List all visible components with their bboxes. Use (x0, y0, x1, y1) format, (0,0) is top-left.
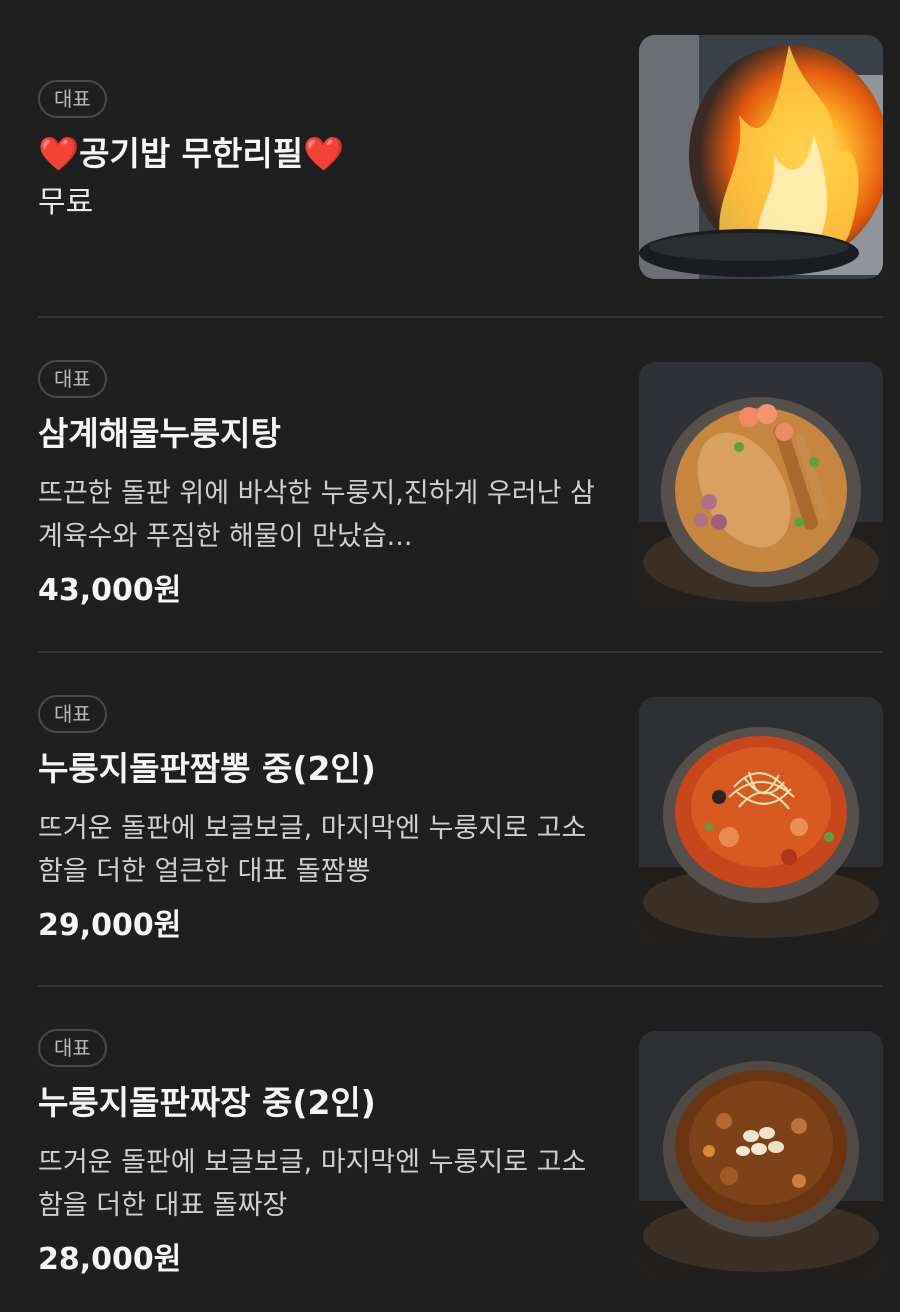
menu-item-info: 대표 ❤️공기밥 무한리필❤️ 무료 (38, 80, 618, 224)
signature-badge: 대표 (38, 360, 107, 398)
menu-item-price: 28,000원 (38, 1242, 182, 1277)
menu-item-description: 뜨거운 돌판에 보글보글, 마지막엔 누룽지로 고소함을 더한 대표 돌짜장 (38, 1147, 587, 1221)
menu-item-price: 무료 (38, 185, 94, 220)
divider (38, 985, 883, 987)
menu-item-jjamppong[interactable]: 대표 누룽지돌판짬뽕 중(2인) 뜨거운 돌판에 보글보글, 마지막엔 누룽지로… (38, 695, 883, 943)
jjajang-photo-icon (639, 1031, 883, 1275)
fire-wok-photo-icon (639, 35, 883, 279)
menu-item-seafood-nurungji[interactable]: 대표 삼계해물누룽지탕 뜨끈한 돌판 위에 바삭한 누룽지,진하게 우러난 삼계… (38, 360, 883, 608)
menu-item-name: 누룽지돌판짜장 중(2인) (38, 1083, 376, 1122)
divider (38, 316, 883, 318)
menu-item-info: 대표 삼계해물누룽지탕 뜨끈한 돌판 위에 바삭한 누룽지,진하게 우러난 삼계… (38, 360, 618, 612)
menu-item-description: 뜨거운 돌판에 보글보글, 마지막엔 누룽지로 고소함을 더한 얼큰한 대표 돌… (38, 813, 587, 887)
menu-item-image[interactable] (639, 362, 883, 606)
divider (38, 651, 883, 653)
menu-item-image[interactable] (639, 697, 883, 941)
menu-item-image[interactable] (639, 1031, 883, 1275)
menu-item-info: 대표 누룽지돌판짬뽕 중(2인) 뜨거운 돌판에 보글보글, 마지막엔 누룽지로… (38, 695, 618, 947)
menu-item-jjajang[interactable]: 대표 누룽지돌판짜장 중(2인) 뜨거운 돌판에 보글보글, 마지막엔 누룽지로… (38, 1029, 883, 1277)
menu-item-name-text: 공기밥 무한리필 (79, 134, 304, 173)
signature-badge: 대표 (38, 1029, 107, 1067)
signature-badge: 대표 (38, 80, 107, 118)
signature-badge: 대표 (38, 695, 107, 733)
heart-icon: ❤️ (38, 134, 80, 173)
menu-item-name: 삼계해물누룽지탕 (38, 414, 281, 453)
jjamppong-photo-icon (639, 697, 883, 941)
menu-item-price: 43,000원 (38, 573, 182, 608)
menu-list: 대표 ❤️공기밥 무한리필❤️ 무료 대표 삼계해물누룽지탕 뜨끈한 돌판 위에… (0, 0, 900, 1312)
menu-item-image[interactable] (639, 35, 883, 279)
menu-item-rice-refill[interactable]: 대표 ❤️공기밥 무한리필❤️ 무료 (38, 35, 883, 280)
seafood-stew-photo-icon (639, 362, 883, 606)
menu-item-price: 29,000원 (38, 908, 182, 943)
menu-item-name: ❤️공기밥 무한리필❤️ (38, 130, 618, 178)
menu-item-name: 누룽지돌판짬뽕 중(2인) (38, 749, 376, 788)
menu-item-info: 대표 누룽지돌판짜장 중(2인) 뜨거운 돌판에 보글보글, 마지막엔 누룽지로… (38, 1029, 618, 1281)
menu-item-description: 뜨끈한 돌판 위에 바삭한 누룽지,진하게 우러난 삼계육수와 푸짐한 해물이 … (38, 478, 595, 552)
heart-icon: ❤️ (303, 134, 345, 173)
